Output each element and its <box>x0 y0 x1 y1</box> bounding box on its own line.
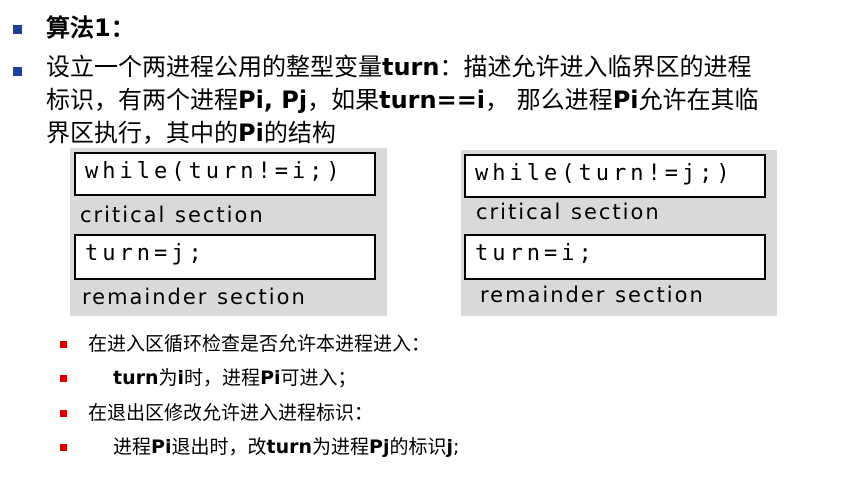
text-bold: Pi <box>260 367 281 389</box>
left-remainder-label: remainder section <box>82 285 307 309</box>
text-span: 标识，有两个进程 <box>46 86 238 114</box>
text-span: ， 那么进程 <box>485 86 613 114</box>
text-bold: turn <box>382 53 440 81</box>
text-bold: Pi, Pj <box>238 86 308 114</box>
sub-bullet-icon <box>60 375 67 382</box>
sub-bullet-icon <box>60 341 67 348</box>
text-bold: Pi <box>612 86 639 114</box>
bullet-icon <box>13 25 22 34</box>
sub-bullet-icon <box>60 444 67 451</box>
sub-item-4: 进程Pi退出时，改turn为进程Pj的标识j; <box>113 433 459 461</box>
text-bold: turn==i <box>379 86 486 114</box>
text-bold: Pi <box>238 119 264 147</box>
algorithm-heading: 算法1： <box>46 12 135 45</box>
text-span: 时，进程 <box>184 367 261 389</box>
text-span: ：描述允许进入临界区的进程 <box>439 53 752 81</box>
assign-code: turn=i; <box>475 241 596 266</box>
text-bold: Pj <box>369 436 390 458</box>
while-code: while(turn!=j;) <box>475 161 734 186</box>
text-span: 可进入； <box>280 367 357 389</box>
text-span: ，如果 <box>307 86 380 114</box>
bullet-icon <box>13 67 22 76</box>
text-span: ; <box>453 436 460 458</box>
assign-code: turn=j; <box>85 241 206 266</box>
description-line-1: 设立一个两进程公用的整型变量turn：描述允许进入临界区的进程 <box>46 51 759 84</box>
text-bold: turn <box>266 436 312 458</box>
right-assign-box: turn=i; <box>464 234 766 280</box>
text-span: 设立一个两进程公用的整型变量 <box>46 53 382 81</box>
text-span: 允许在其临 <box>638 86 759 114</box>
text-span: 的结构 <box>263 119 336 147</box>
text-span: 界区执行，其中的 <box>46 119 238 147</box>
text-span: 为进程 <box>312 436 370 458</box>
right-remainder-label: remainder section <box>480 283 705 307</box>
sub-item-1: 在进入区循环检查是否允许本进程进入： <box>88 330 430 358</box>
description-line-2: 标识，有两个进程Pi, Pj，如果turn==i， 那么进程Pi允许在其临 <box>46 84 759 117</box>
text-span: 在退出区修改允许进入进程标识： <box>88 402 374 424</box>
text-span: 在进入区循环检查是否允许本进程进入： <box>88 333 431 355</box>
text-bold: turn <box>113 367 159 389</box>
left-while-box: while(turn!=i;) <box>74 152 376 196</box>
left-critical-label: critical section <box>80 203 265 227</box>
sub-bullet-icon <box>60 410 67 417</box>
sub-item-3: 在退出区修改允许进入进程标识： <box>88 399 373 427</box>
algo-label: 算法1： <box>46 14 135 42</box>
text-span: 进程 <box>113 436 152 458</box>
text-span: 的标识 <box>389 436 447 458</box>
text-span: 退出时，改 <box>171 436 267 458</box>
text-span: 为 <box>158 367 178 389</box>
while-code: while(turn!=i;) <box>85 159 344 184</box>
sub-item-2: turn为i时，进程Pi可进入； <box>113 364 357 392</box>
left-assign-box: turn=j; <box>74 234 376 280</box>
right-critical-label: critical section <box>476 200 661 224</box>
description-paragraph: 设立一个两进程公用的整型变量turn：描述允许进入临界区的进程 标识，有两个进程… <box>46 51 759 150</box>
right-while-box: while(turn!=j;) <box>464 154 766 198</box>
description-line-3: 界区执行，其中的Pi的结构 <box>46 117 759 150</box>
text-bold: Pi <box>151 436 172 458</box>
